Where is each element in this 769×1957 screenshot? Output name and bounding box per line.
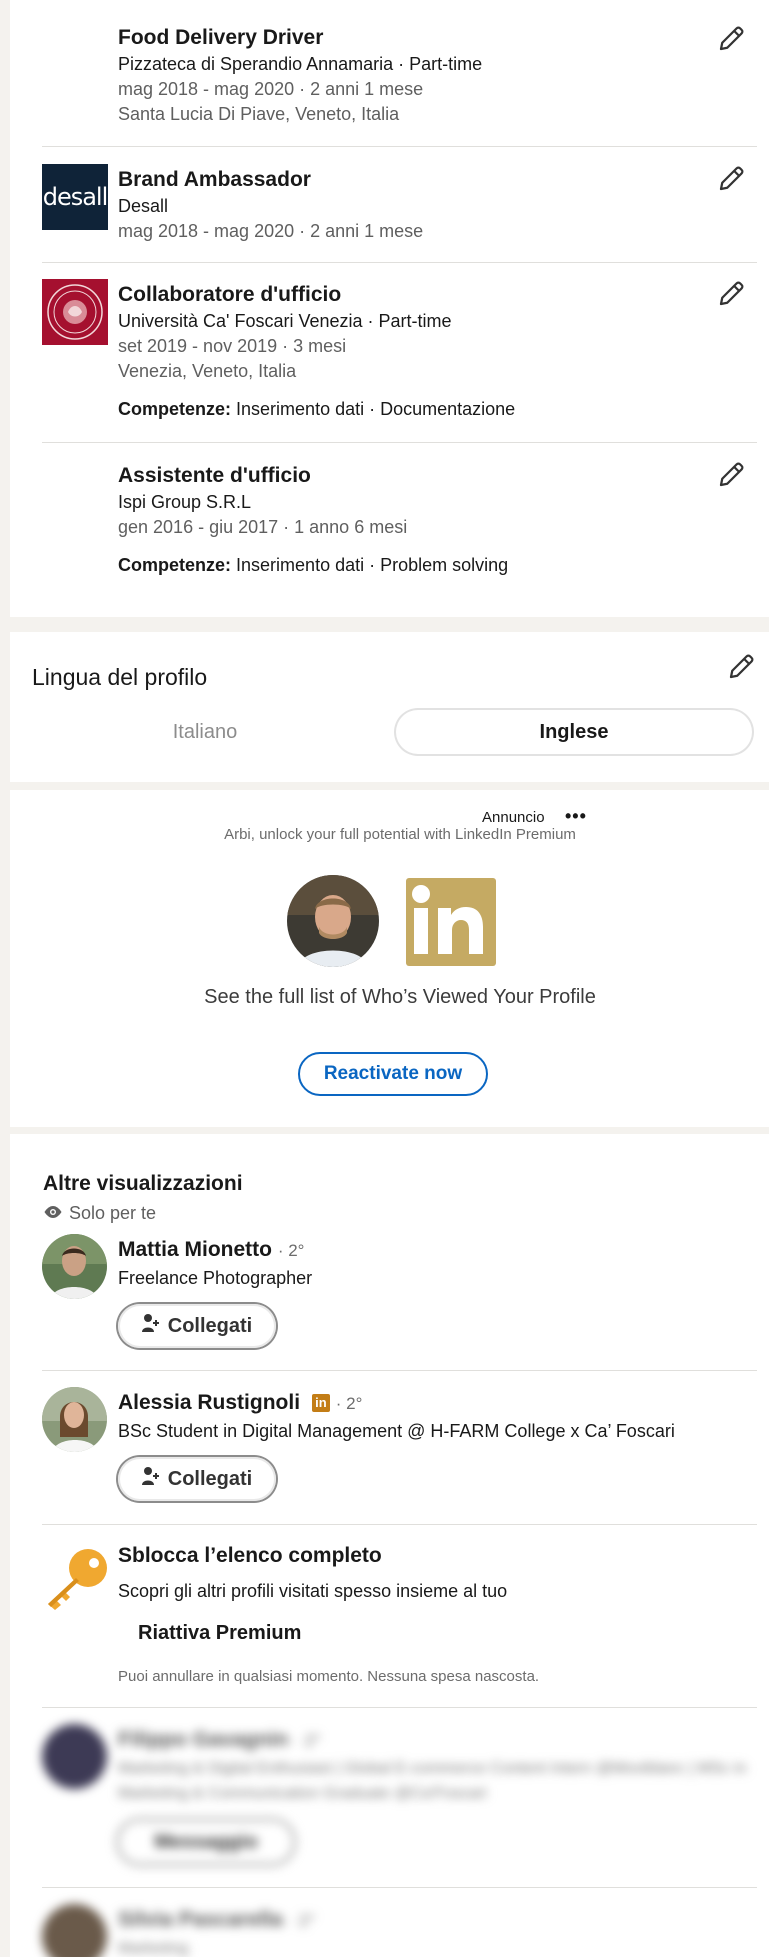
- key-icon: [42, 1546, 110, 1617]
- experience-text: Brand Ambassador Desall mag 2018 - mag 2…: [118, 166, 709, 244]
- person-name-text: Alessia Rustignoli: [118, 1391, 301, 1414]
- desall-logo: desall: [42, 164, 108, 230]
- language-option-inglese[interactable]: Inglese: [396, 710, 752, 754]
- experience-skills: Competenze: Inserimento dati · Documenta…: [118, 397, 709, 422]
- experience-dates: mag 2018 - mag 2020 · 2 anni 1 mese: [118, 79, 424, 99]
- edit-pencil-icon[interactable]: [716, 164, 746, 194]
- experience-company: Università Ca' Foscari Venezia · Part-ti…: [118, 311, 452, 331]
- add-person-icon: [141, 1466, 160, 1492]
- avatar: [287, 875, 379, 967]
- divider: [42, 1370, 757, 1371]
- edit-pencil-icon[interactable]: [716, 24, 746, 54]
- experience-title: Brand Ambassador: [118, 168, 311, 191]
- eye-icon: [43, 1203, 63, 1224]
- experience-location: Venezia, Veneto, Italia: [118, 361, 297, 381]
- add-person-icon: [141, 1313, 160, 1339]
- edit-pencil-icon[interactable]: [716, 279, 746, 309]
- experience-text: Assistente d'ufficio Ispi Group S.R.L ge…: [118, 462, 709, 578]
- skills-value: Inserimento dati · Problem solving: [236, 555, 509, 575]
- experience-title: Assistente d'ufficio: [118, 464, 311, 487]
- section-title: Altre visualizzazioni: [43, 1172, 243, 1195]
- linkedin-premium-badge-icon: in: [311, 1394, 330, 1412]
- person-headline: Marketing & Digital Enthusiast | Global …: [118, 1760, 747, 1802]
- experience-title: Food Delivery Driver: [118, 26, 324, 49]
- person-headline: BSc Student in Digital Management @ H-FA…: [118, 1421, 675, 1441]
- message-button[interactable]: Messaggio: [118, 1820, 294, 1864]
- divider: [42, 1707, 757, 1708]
- unlock-premium-block: Sblocca l’elenco completo Scopri gli alt…: [10, 1524, 769, 1704]
- person-name-text: Mattia Mionetto: [118, 1238, 272, 1261]
- person-name[interactable]: Silvia Pascarella · 2°: [118, 1906, 315, 1935]
- divider: [42, 1887, 757, 1888]
- profile-language-card: Lingua del profilo Italiano Inglese: [10, 632, 769, 782]
- linkedin-premium-logo: [406, 878, 496, 966]
- experience-text: Food Delivery Driver Pizzateca di Speran…: [118, 24, 709, 127]
- avatar[interactable]: [42, 1904, 107, 1957]
- connection-degree: · 2°: [294, 1731, 321, 1750]
- ca-foscari-logo: [42, 279, 108, 345]
- edit-pencil-icon[interactable]: [716, 460, 746, 490]
- reactivate-now-button[interactable]: Reactivate now: [298, 1052, 488, 1096]
- experience-text: Collaboratore d'ufficio Università Ca' F…: [118, 281, 709, 422]
- edit-pencil-icon[interactable]: [726, 652, 756, 682]
- avatar[interactable]: [42, 1234, 107, 1299]
- skills-value: Inserimento dati · Documentazione: [236, 399, 516, 419]
- section-subtitle: Solo per te: [43, 1203, 156, 1224]
- experience-title: Collaboratore d'ufficio: [118, 283, 342, 306]
- experience-company: Pizzateca di Sperandio Annamaria · Part-…: [118, 54, 483, 74]
- person-name[interactable]: Mattia Mionetto · 2°: [118, 1236, 304, 1265]
- other-viewed-card: Altre visualizzazioni Solo per te Mattia…: [10, 1134, 769, 1957]
- avatar[interactable]: [42, 1724, 107, 1789]
- connect-button[interactable]: Collegati: [118, 1457, 276, 1501]
- experience-location: Santa Lucia Di Piave, Veneto, Italia: [118, 104, 400, 124]
- desall-logo-text: desall: [42, 183, 109, 211]
- divider: [42, 442, 757, 443]
- connection-degree: · 2°: [277, 1241, 305, 1260]
- connect-button-label: Collegati: [167, 1314, 253, 1337]
- divider: [42, 146, 757, 147]
- experience-card: Food Delivery Driver Pizzateca di Speran…: [10, 0, 769, 617]
- section-subtitle-text: Solo per te: [69, 1203, 157, 1223]
- language-option-italiano[interactable]: Italiano: [110, 710, 300, 754]
- avatar[interactable]: [42, 1387, 107, 1452]
- experience-company: Desall: [118, 196, 169, 216]
- divider: [42, 262, 757, 263]
- experience-dates: gen 2016 - giu 2017 · 1 anno 6 mesi: [118, 517, 408, 537]
- reactivate-premium-button[interactable]: Riattiva Premium: [138, 1622, 301, 1645]
- person-name[interactable]: Alessia Rustignoli in · 2°: [118, 1389, 362, 1418]
- unlock-description: Scopri gli altri profili visitati spesso…: [118, 1581, 508, 1601]
- experience-dates: mag 2018 - mag 2020 · 2 anni 1 mese: [118, 221, 424, 241]
- person-name-text: Silvia Pascarella: [118, 1908, 283, 1931]
- person-headline: Freelance Photographer: [118, 1268, 313, 1288]
- premium-ad-card: Annuncio ••• Arbi, unlock your full pote…: [10, 790, 769, 1127]
- message-button-label: Messaggio: [154, 1830, 258, 1853]
- person-name[interactable]: Filippo Gavagnin · 2°: [118, 1726, 321, 1755]
- ad-text: See the full list of Who’s Viewed Your P…: [204, 986, 596, 1008]
- experience-company: Ispi Group S.R.L: [118, 492, 252, 512]
- skills-label: Competenze:: [118, 399, 232, 419]
- person-name-text: Filippo Gavagnin: [118, 1728, 289, 1751]
- skills-label: Competenze:: [118, 555, 232, 575]
- person-headline: Marketing: [118, 1940, 189, 1957]
- unlock-title: Sblocca l’elenco completo: [118, 1544, 382, 1567]
- connection-degree: · 2°: [335, 1394, 363, 1413]
- connect-button-label: Collegati: [167, 1467, 253, 1490]
- experience-dates: set 2019 - nov 2019 · 3 mesi: [118, 336, 347, 356]
- ad-subtitle: Arbi, unlock your full potential with Li…: [224, 826, 576, 843]
- connection-degree: · 2°: [288, 1911, 316, 1930]
- profile-language-title: Lingua del profilo: [32, 664, 208, 690]
- experience-skills: Competenze: Inserimento dati · Problem s…: [118, 553, 709, 578]
- connect-button[interactable]: Collegati: [118, 1304, 276, 1348]
- unlock-note: Puoi annullare in qualsiasi momento. Nes…: [118, 1668, 540, 1685]
